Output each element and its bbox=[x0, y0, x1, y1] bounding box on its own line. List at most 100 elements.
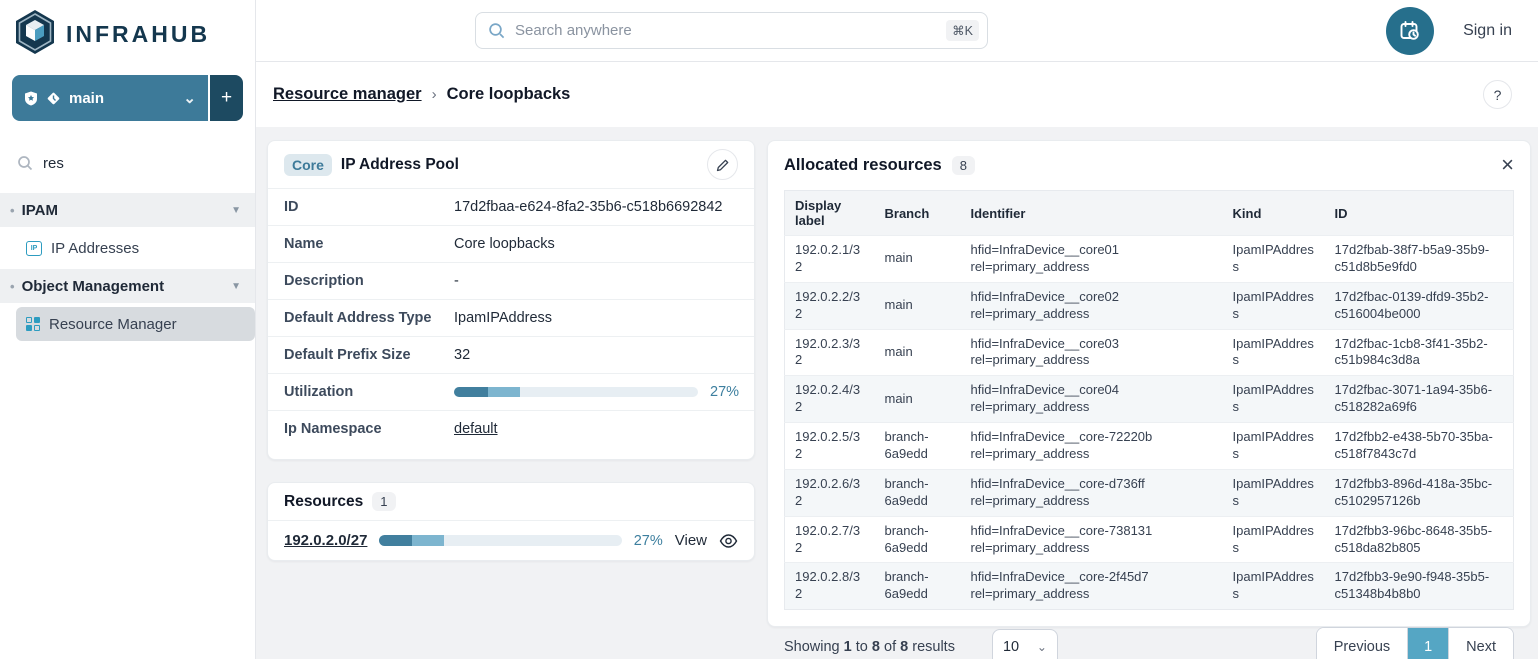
app-root: INFRAHUB main ⌄ + • bbox=[0, 0, 1538, 659]
sidebar-item-label: Resource Manager bbox=[49, 316, 177, 333]
breadcrumb-separator: › bbox=[432, 86, 437, 103]
field-label: Default Address Type bbox=[284, 310, 454, 326]
progress-track bbox=[454, 387, 698, 397]
sidebar-item-ip-addresses[interactable]: IP IP Addresses bbox=[16, 231, 255, 265]
progress-segment-used bbox=[379, 535, 412, 546]
sidebar-group-ipam[interactable]: • IPAM ▼ bbox=[0, 193, 255, 227]
field-value: - bbox=[454, 273, 459, 289]
chevron-down-icon: ⌄ bbox=[183, 89, 196, 107]
sidebar-search bbox=[0, 143, 255, 183]
cell-kind: IpamIPAddress bbox=[1223, 329, 1325, 376]
cell-identifier: hfid=InfraDevice__core04 rel=primary_add… bbox=[961, 376, 1223, 423]
sidebar-group-label: Object Management bbox=[22, 278, 165, 295]
eye-icon[interactable] bbox=[719, 534, 738, 548]
table-row: 192.0.2.3/32 main hfid=InfraDevice__core… bbox=[785, 329, 1514, 376]
add-branch-button[interactable]: + bbox=[210, 75, 243, 121]
showing-to: 8 bbox=[872, 639, 880, 655]
field-value: 17d2fbaa-e624-8fa2-35b6-c518b6692842 bbox=[454, 199, 722, 215]
pagination: Previous 1 Next bbox=[1316, 627, 1514, 659]
field-label: Name bbox=[284, 236, 454, 252]
cell-identifier: hfid=InfraDevice__core-2f45d7 rel=primar… bbox=[961, 563, 1223, 610]
field-row-ip-namespace: Ip Namespace default bbox=[268, 410, 754, 447]
cell-identifier: hfid=InfraDevice__core03 rel=primary_add… bbox=[961, 329, 1223, 376]
resource-prefix-link[interactable]: 192.0.2.0/27 bbox=[284, 532, 367, 549]
cell-id: 17d2fbb3-9e90-f948-35b5-c51348b4b8b0 bbox=[1325, 563, 1514, 610]
caret-down-icon: ▼ bbox=[231, 205, 241, 216]
sign-in-link[interactable]: Sign in bbox=[1463, 22, 1512, 40]
allocated-table: Display label Branch Identifier Kind ID … bbox=[784, 190, 1514, 610]
to-word: to bbox=[856, 639, 868, 655]
cell-display-label: 192.0.2.1/32 bbox=[785, 236, 875, 283]
sidebar-item-resource-manager[interactable]: Resource Manager bbox=[16, 307, 255, 341]
resource-percent: 27% bbox=[634, 533, 663, 549]
cell-kind: IpamIPAddress bbox=[1223, 516, 1325, 563]
cell-id: 17d2fbab-38f7-b5a9-35b9-c51d8b5e9fd0 bbox=[1325, 236, 1514, 283]
cell-branch: main bbox=[875, 282, 961, 329]
page-header: Resource manager › Core loopbacks ? bbox=[256, 62, 1538, 127]
page-size-value: 10 bbox=[1003, 639, 1019, 655]
field-row-name: Name Core loopbacks bbox=[268, 225, 754, 262]
previous-page-button[interactable]: Previous bbox=[1317, 628, 1407, 659]
cell-kind: IpamIPAddress bbox=[1223, 376, 1325, 423]
table-row: 192.0.2.8/32 branch-6a9edd hfid=InfraDev… bbox=[785, 563, 1514, 610]
utilization-bar: 27% bbox=[454, 384, 739, 400]
resource-row: 192.0.2.0/27 27% View bbox=[268, 521, 754, 560]
allocated-header: Allocated resources 8 × bbox=[784, 154, 1514, 176]
view-link[interactable]: View bbox=[675, 532, 707, 549]
global-search[interactable]: ⌘K bbox=[475, 12, 988, 49]
next-page-button[interactable]: Next bbox=[1449, 628, 1513, 659]
resources-card: Resources 1 192.0.2.0/27 27% View bbox=[267, 482, 755, 561]
field-label: Utilization bbox=[284, 384, 454, 400]
cell-branch: branch-6a9edd bbox=[875, 423, 961, 470]
allocated-count-badge: 8 bbox=[952, 156, 975, 175]
table-footer: Showing 1 to 8 of 8 results 10 ⌄ Previou… bbox=[784, 627, 1514, 659]
cell-kind: IpamIPAddress bbox=[1223, 563, 1325, 610]
field-row-id: ID 17d2fbaa-e624-8fa2-35b6-c518b6692842 bbox=[268, 188, 754, 225]
shortcut-badge: ⌘K bbox=[946, 20, 979, 41]
edit-button[interactable] bbox=[707, 149, 738, 180]
namespace-link[interactable]: default bbox=[454, 421, 498, 437]
cell-display-label: 192.0.2.3/32 bbox=[785, 329, 875, 376]
cell-kind: IpamIPAddress bbox=[1223, 423, 1325, 470]
help-button[interactable]: ? bbox=[1483, 80, 1512, 109]
cell-id: 17d2fbac-0139-dfd9-35b2-c516004be000 bbox=[1325, 282, 1514, 329]
branch-name: main bbox=[69, 90, 104, 107]
column-identifier: Identifier bbox=[961, 191, 1223, 236]
logo: INFRAHUB bbox=[0, 0, 255, 66]
cell-display-label: 192.0.2.7/32 bbox=[785, 516, 875, 563]
cell-id: 17d2fbac-1cb8-3f41-35b2-c51b984c3d8a bbox=[1325, 329, 1514, 376]
time-travel-button[interactable] bbox=[1386, 7, 1434, 55]
global-search-input[interactable] bbox=[515, 22, 936, 39]
cell-display-label: 192.0.2.6/32 bbox=[785, 469, 875, 516]
field-value: Core loopbacks bbox=[454, 236, 555, 252]
progress-segment-reserved bbox=[488, 387, 520, 397]
cell-id: 17d2fbb3-96bc-8648-35b5-c518da82b805 bbox=[1325, 516, 1514, 563]
column-kind: Kind bbox=[1223, 191, 1325, 236]
branch-select-button[interactable]: main ⌄ bbox=[12, 75, 208, 121]
table-row: 192.0.2.4/32 main hfid=InfraDevice__core… bbox=[785, 376, 1514, 423]
table-row: 192.0.2.1/32 main hfid=InfraDevice__core… bbox=[785, 236, 1514, 283]
page-size-select[interactable]: 10 ⌄ bbox=[992, 629, 1058, 659]
field-row-default-address-type: Default Address Type IpamIPAddress bbox=[268, 299, 754, 336]
table-row: 192.0.2.6/32 branch-6a9edd hfid=InfraDev… bbox=[785, 469, 1514, 516]
table-row: 192.0.2.5/32 branch-6a9edd hfid=InfraDev… bbox=[785, 423, 1514, 470]
close-icon[interactable]: × bbox=[1501, 154, 1514, 176]
core-badge: Core bbox=[284, 154, 332, 176]
results-summary: Showing 1 to 8 of 8 results bbox=[784, 639, 955, 655]
progress-segment-used bbox=[454, 387, 488, 397]
column-id: ID bbox=[1325, 191, 1514, 236]
sidebar-group-object-management[interactable]: • Object Management ▼ bbox=[0, 269, 255, 303]
cell-id: 17d2fbb3-896d-418a-35bc-c5102957126b bbox=[1325, 469, 1514, 516]
content-area: Core IP Address Pool ID 17d2fbaa-e624-8f… bbox=[256, 127, 1538, 659]
caret-down-icon: ▼ bbox=[231, 281, 241, 292]
field-row-description: Description - bbox=[268, 262, 754, 299]
page-1-button[interactable]: 1 bbox=[1407, 628, 1449, 659]
progress-track bbox=[379, 535, 621, 546]
cell-display-label: 192.0.2.2/32 bbox=[785, 282, 875, 329]
pool-detail-card: Core IP Address Pool ID 17d2fbaa-e624-8f… bbox=[267, 140, 755, 460]
bullet-icon: • bbox=[10, 203, 15, 218]
sidebar-search-input[interactable] bbox=[43, 155, 213, 172]
breadcrumb-parent-link[interactable]: Resource manager bbox=[273, 85, 422, 104]
progress-segment-reserved bbox=[412, 535, 443, 546]
allocated-title: Allocated resources bbox=[784, 156, 942, 175]
